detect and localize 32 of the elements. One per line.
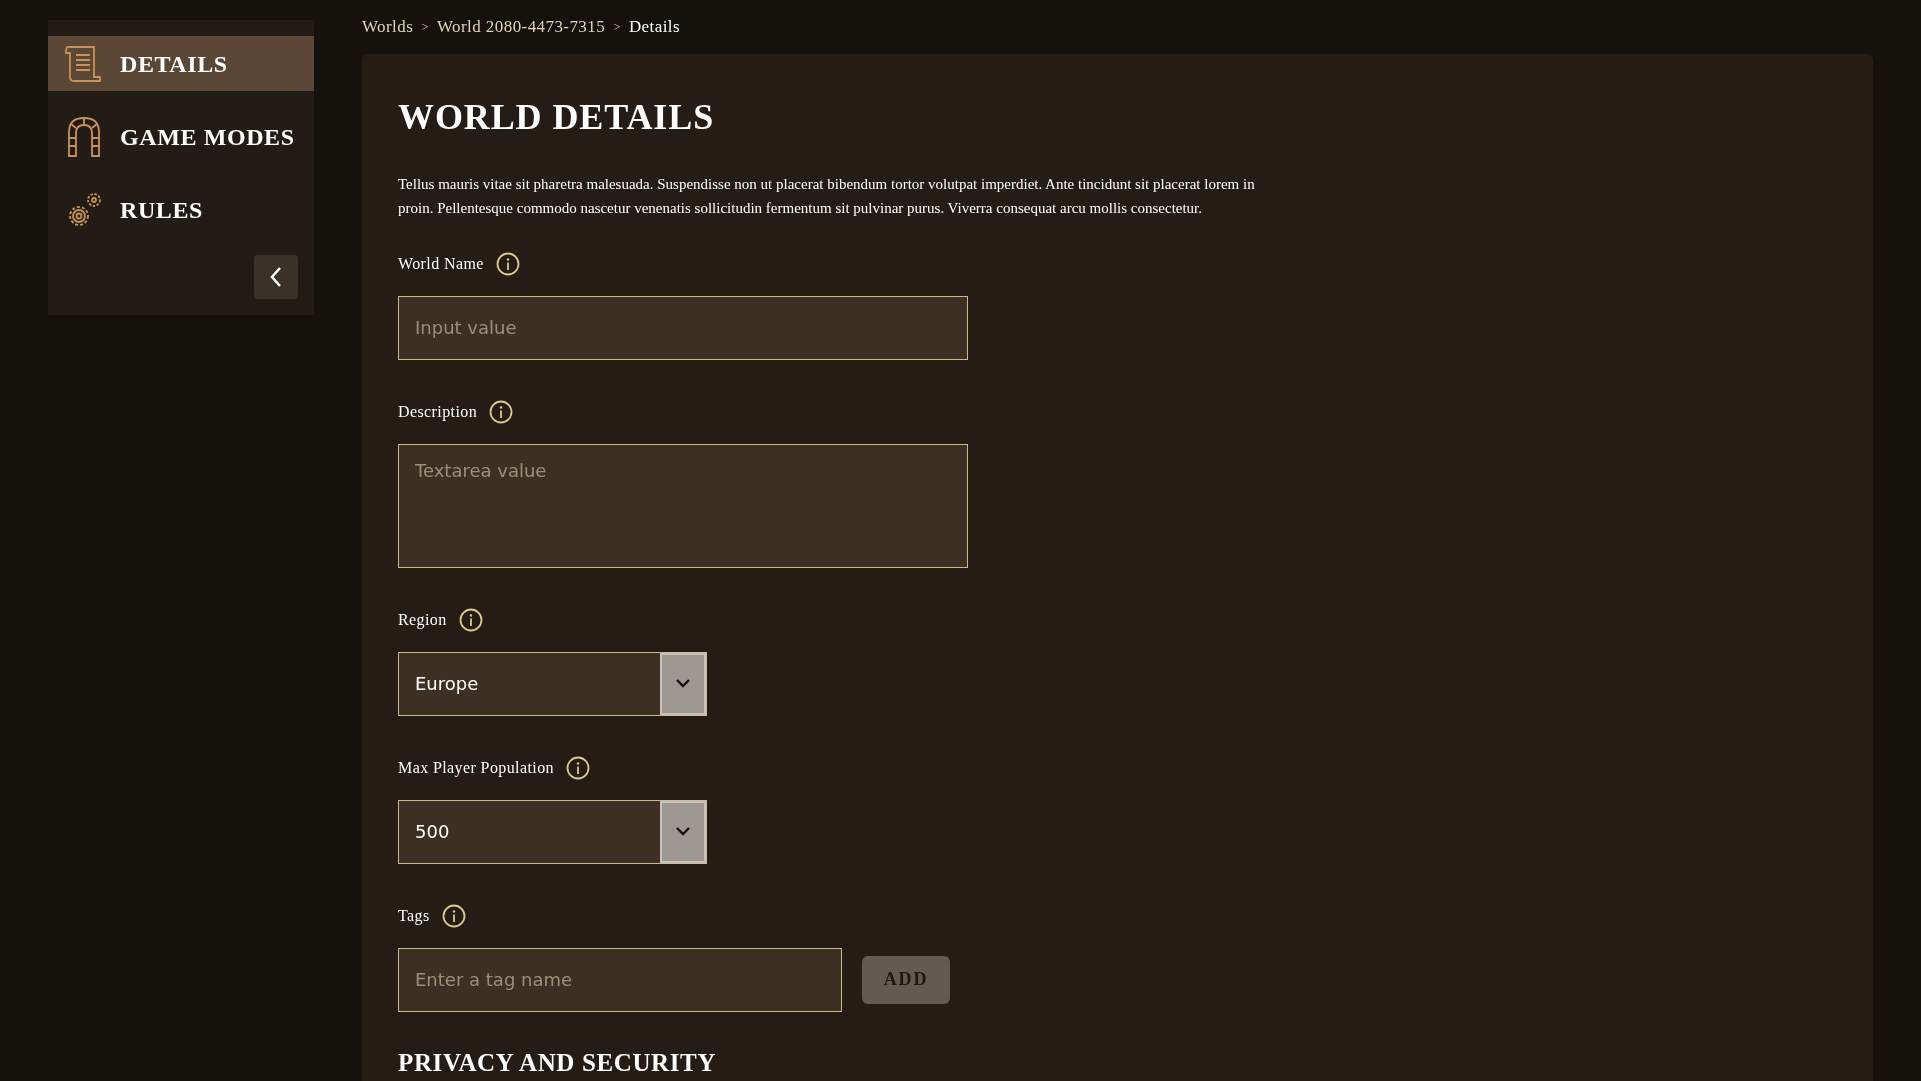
chevron-down-icon: [676, 679, 690, 688]
input-field[interactable]: Input value: [398, 295, 968, 360]
page-title: WORLD DETAILS: [398, 95, 716, 139]
intro-paragraph: Tellus mauris vitae sit pharetra malesuada. Suspendisse non ut placerat bibendum tortor volutpat imperdiet. Ante tincidunt sit placerat lorem in proin. Pellentesque commodo nascetur venenatis sollicitudin fermentum sit pulvinar purus. Viverra consequat arcu mollis consectetur.: [398, 174, 1256, 218]
scroll-icon: [64, 44, 104, 83]
breadcrumb-separator: >: [613, 18, 621, 36]
breadcrumb-separator: >: [421, 18, 429, 36]
dropdown[interactable]: Europe: [398, 651, 707, 716]
field-label: Region: [398, 609, 447, 631]
chevron-down-icon: [676, 827, 690, 836]
breadcrumb-link[interactable]: World 2080-4473-7315: [437, 14, 606, 40]
chevron-left-icon: [269, 266, 283, 288]
section-title: PRIVACY AND SECURITY: [398, 1047, 718, 1078]
sidebar-item[interactable]: GAME MODES: [48, 109, 314, 164]
tag-input-field[interactable]: Enter a tag name: [398, 947, 842, 1012]
field-label: Max Player Population: [398, 757, 554, 779]
info-icon[interactable]: [489, 399, 514, 424]
info-icon[interactable]: [565, 755, 590, 780]
sidebar-item[interactable]: DETAILS: [48, 36, 314, 91]
sidebar-item[interactable]: RULES: [48, 182, 314, 237]
dropdown[interactable]: 500: [398, 799, 707, 864]
breadcrumb-current: Details: [628, 16, 681, 38]
field-label: World Name: [398, 253, 484, 274]
arch-icon: [66, 115, 102, 158]
info-icon[interactable]: [441, 903, 466, 928]
collapse-button[interactable]: [254, 255, 298, 299]
field-label: Tags: [398, 905, 430, 927]
breadcrumb-link[interactable]: Worlds: [362, 14, 414, 40]
info-icon[interactable]: [495, 251, 520, 276]
field-label: Description: [398, 401, 478, 423]
info-icon[interactable]: [458, 607, 483, 632]
textarea-field[interactable]: Textarea value: [398, 443, 968, 568]
